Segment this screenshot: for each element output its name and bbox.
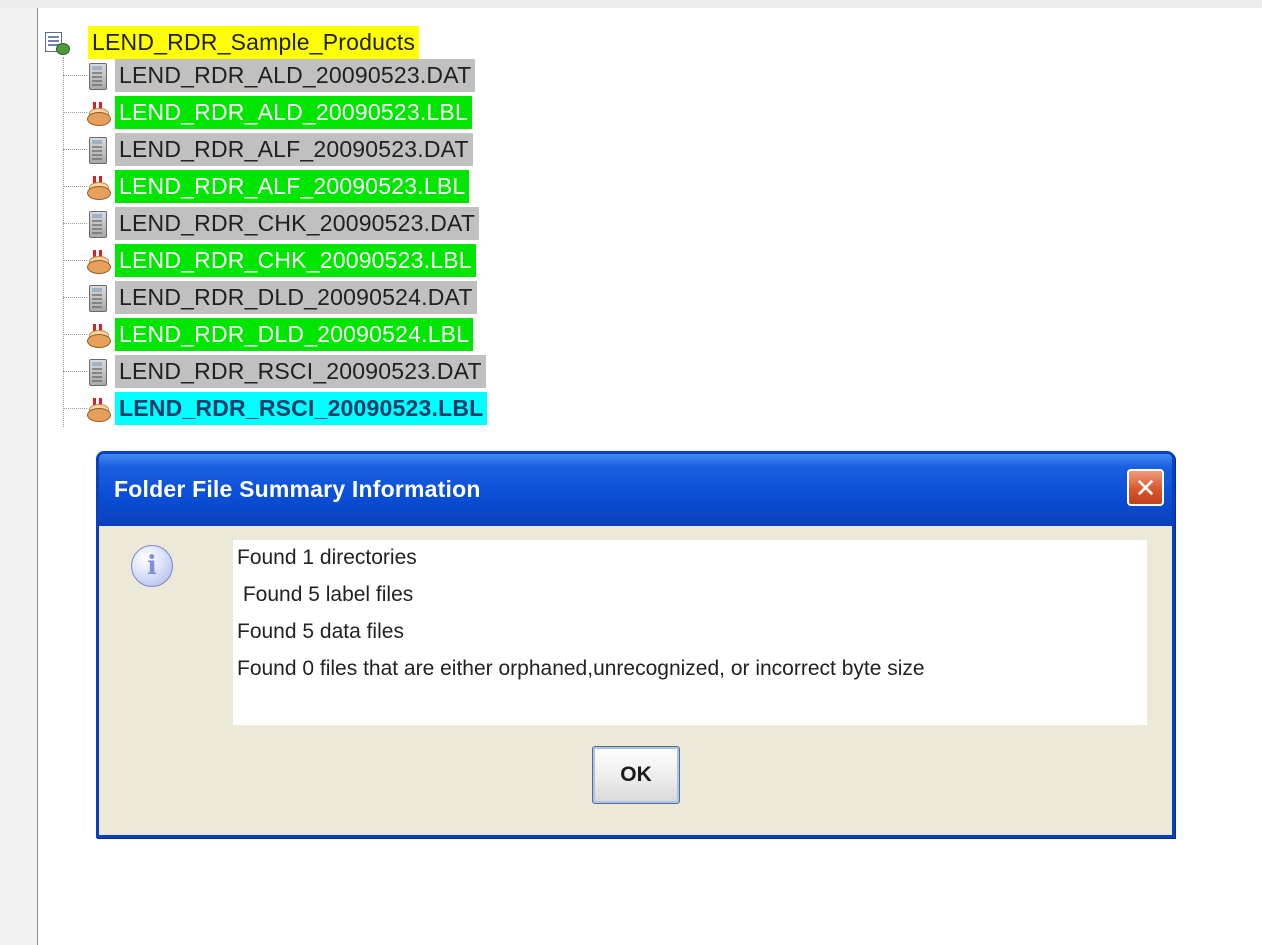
cake-icon	[87, 246, 111, 276]
tree-item[interactable]: LEND_RDR_ALF_20090523.LBL	[63, 168, 470, 205]
tree-item-label: LEND_RDR_RSCI_20090523.DAT	[115, 355, 486, 388]
calculator-icon	[87, 209, 109, 239]
tree-item[interactable]: LEND_RDR_RSCI_20090523.DAT	[63, 353, 486, 390]
cake-icon	[87, 320, 111, 350]
message-line: Found 1 directories	[237, 546, 417, 569]
tree-item-label: LEND_RDR_CHK_20090523.LBL	[115, 244, 476, 277]
tree-item[interactable]: LEND_RDR_DLD_20090524.DAT	[63, 279, 477, 316]
dialog-title: Folder File Summary Information	[114, 476, 481, 502]
cake-icon	[87, 394, 111, 424]
folder-products-icon	[44, 30, 70, 56]
tree-item[interactable]: LEND_RDR_CHK_20090523.DAT	[63, 205, 480, 242]
tree-item-label: LEND_RDR_RSCI_20090523.LBL	[115, 392, 488, 425]
calculator-icon	[87, 357, 109, 387]
tree-root-label: LEND_RDR_Sample_Products	[88, 26, 420, 59]
close-x-icon[interactable]: ✕	[1127, 469, 1164, 506]
information-icon: i	[131, 545, 173, 587]
cake-icon	[87, 172, 111, 202]
dialog-title-bar[interactable]: Folder File Summary Information ✕	[99, 454, 1172, 526]
calculator-icon	[87, 61, 109, 91]
tree-item[interactable]: LEND_RDR_ALD_20090523.DAT	[63, 57, 476, 94]
tree-item[interactable]: LEND_RDR_ALD_20090523.LBL	[63, 94, 472, 131]
message-line: Found 5 label files	[237, 583, 414, 606]
tree-root-node[interactable]: LEND_RDR_Sample_Products	[44, 26, 420, 59]
cake-icon	[87, 98, 111, 128]
dialog-body: i Found 1 directories Found 5 label file…	[99, 526, 1172, 835]
summary-dialog: Folder File Summary Information ✕ i Foun…	[96, 451, 1175, 838]
message-line: Found 5 data files	[237, 620, 404, 643]
tree-item-label: LEND_RDR_DLD_20090524.LBL	[115, 318, 474, 351]
calculator-icon	[87, 135, 109, 165]
left-pane	[0, 8, 38, 945]
calculator-icon	[87, 283, 109, 313]
message-area: Found 1 directories Found 5 label files …	[233, 540, 1147, 725]
top-strip	[0, 0, 1262, 8]
tree-item-selected[interactable]: LEND_RDR_RSCI_20090523.LBL	[63, 390, 488, 427]
ok-button[interactable]: OK	[592, 746, 680, 804]
tree-item-label: LEND_RDR_CHK_20090523.DAT	[115, 207, 480, 240]
tree-item[interactable]: LEND_RDR_CHK_20090523.LBL	[63, 242, 476, 279]
tree-item[interactable]: LEND_RDR_DLD_20090524.LBL	[63, 316, 474, 353]
message-line: Found 0 files that are either orphaned,u…	[237, 657, 925, 680]
file-tree: LEND_RDR_Sample_Products LEND_RDR_ALD_20…	[40, 24, 740, 434]
tree-item-label: LEND_RDR_ALF_20090523.LBL	[115, 170, 470, 203]
tree-item-label: LEND_RDR_ALD_20090523.LBL	[115, 96, 472, 129]
tree-item-label: LEND_RDR_DLD_20090524.DAT	[115, 281, 477, 314]
tree-item-label: LEND_RDR_ALD_20090523.DAT	[115, 59, 476, 92]
tree-item[interactable]: LEND_RDR_ALF_20090523.DAT	[63, 131, 473, 168]
tree-item-label: LEND_RDR_ALF_20090523.DAT	[115, 133, 473, 166]
